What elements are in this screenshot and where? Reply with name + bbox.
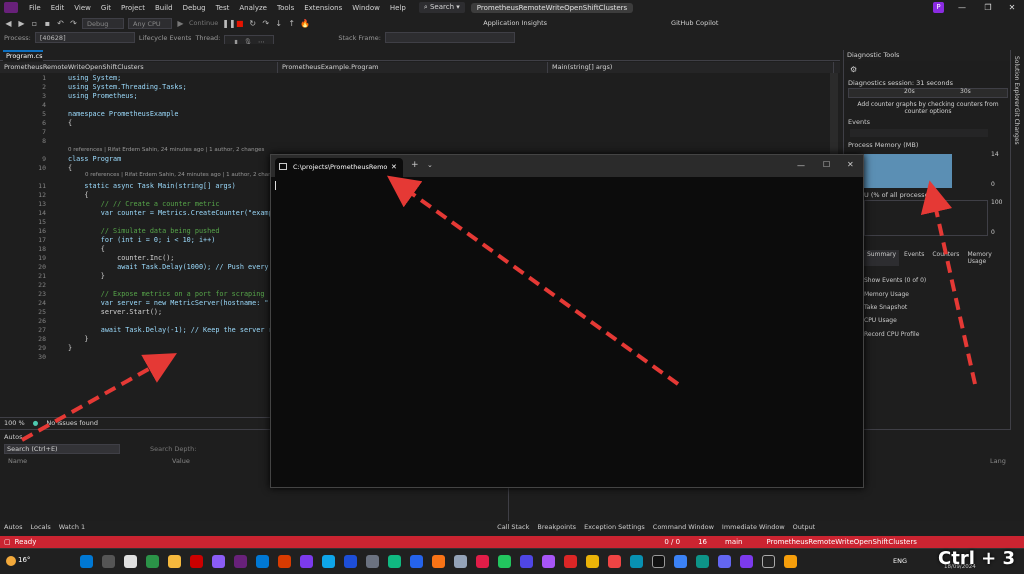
arrow-to-editor (21, 353, 177, 442)
arrow-to-terminal-tab (386, 175, 680, 386)
annotation-arrows (21, 175, 977, 442)
arrow-to-diagnostics (920, 180, 977, 385)
